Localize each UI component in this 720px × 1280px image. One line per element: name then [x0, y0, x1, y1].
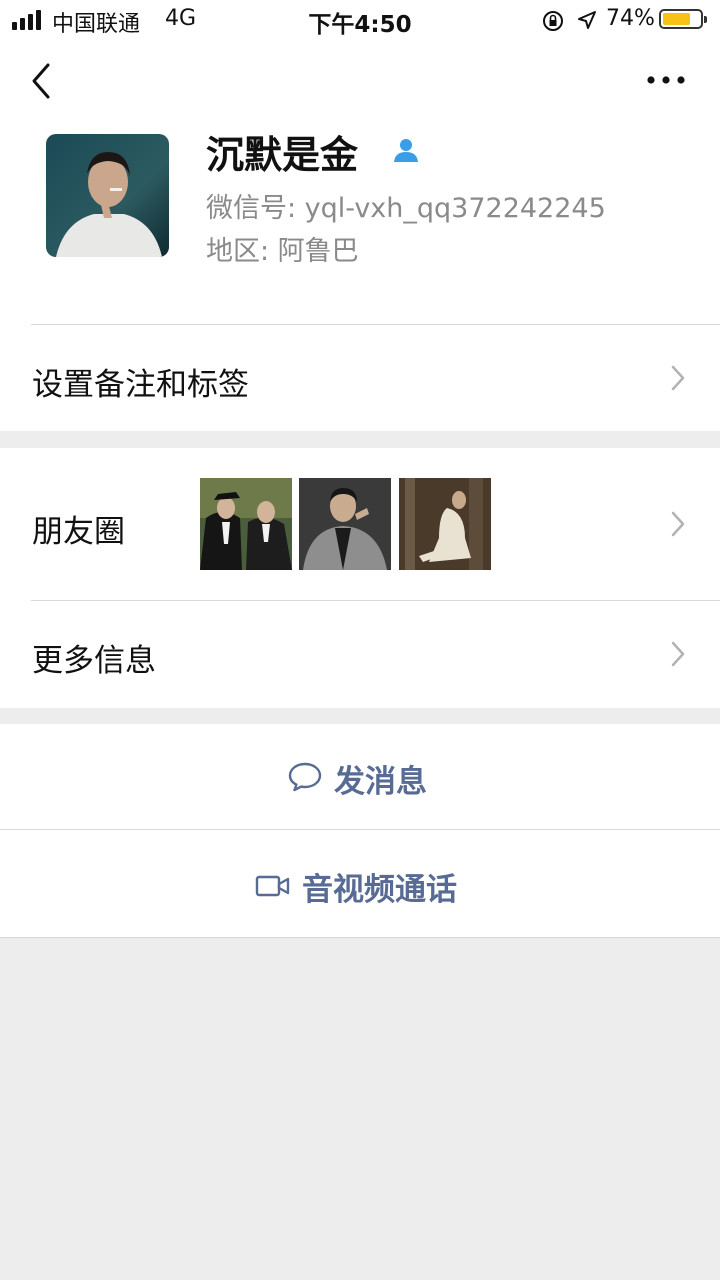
battery-percent: 74% [606, 6, 655, 31]
moments-photo-1[interactable] [200, 478, 292, 570]
divider [0, 937, 720, 938]
contact-name: 沉默是金 [206, 133, 359, 177]
contact-profile-screen: 中国联通 4G 下午4:50 74% 沉默是金 微信号: yql-vxh_qq3… [0, 0, 720, 1280]
audio-video-call-button[interactable]: 音视频通话 [0, 830, 720, 937]
rotation-lock-icon [543, 11, 563, 31]
battery-icon [659, 9, 707, 29]
moments-photo-2[interactable] [299, 478, 391, 570]
more-info-label: 更多信息 [32, 643, 156, 679]
avatar[interactable] [46, 134, 169, 257]
back-button[interactable] [28, 62, 58, 100]
set-remark-tags-label: 设置备注和标签 [32, 367, 249, 403]
chevron-right-icon [671, 511, 685, 537]
region: 地区: 阿鲁巴 [206, 236, 359, 267]
video-camera-icon [255, 875, 290, 897]
person-icon [394, 139, 418, 162]
chat-bubble-icon [288, 762, 322, 792]
more-info-row[interactable]: 更多信息 [0, 601, 720, 708]
moments-label: 朋友圈 [32, 514, 125, 550]
location-arrow-icon [578, 11, 596, 29]
set-remark-tags-row[interactable]: 设置备注和标签 [0, 325, 720, 431]
audio-video-call-label: 音视频通话 [302, 872, 457, 908]
chevron-right-icon [671, 641, 685, 667]
more-options-button[interactable] [644, 66, 688, 94]
wechat-id: 微信号: yql-vxh_qq372242245 [206, 193, 606, 224]
chevron-right-icon [671, 365, 685, 391]
moments-photo-3[interactable] [399, 478, 491, 570]
send-message-button[interactable]: 发消息 [0, 724, 720, 829]
status-bar: 中国联通 4G 下午4:50 74% [0, 0, 720, 40]
send-message-label: 发消息 [334, 764, 427, 800]
